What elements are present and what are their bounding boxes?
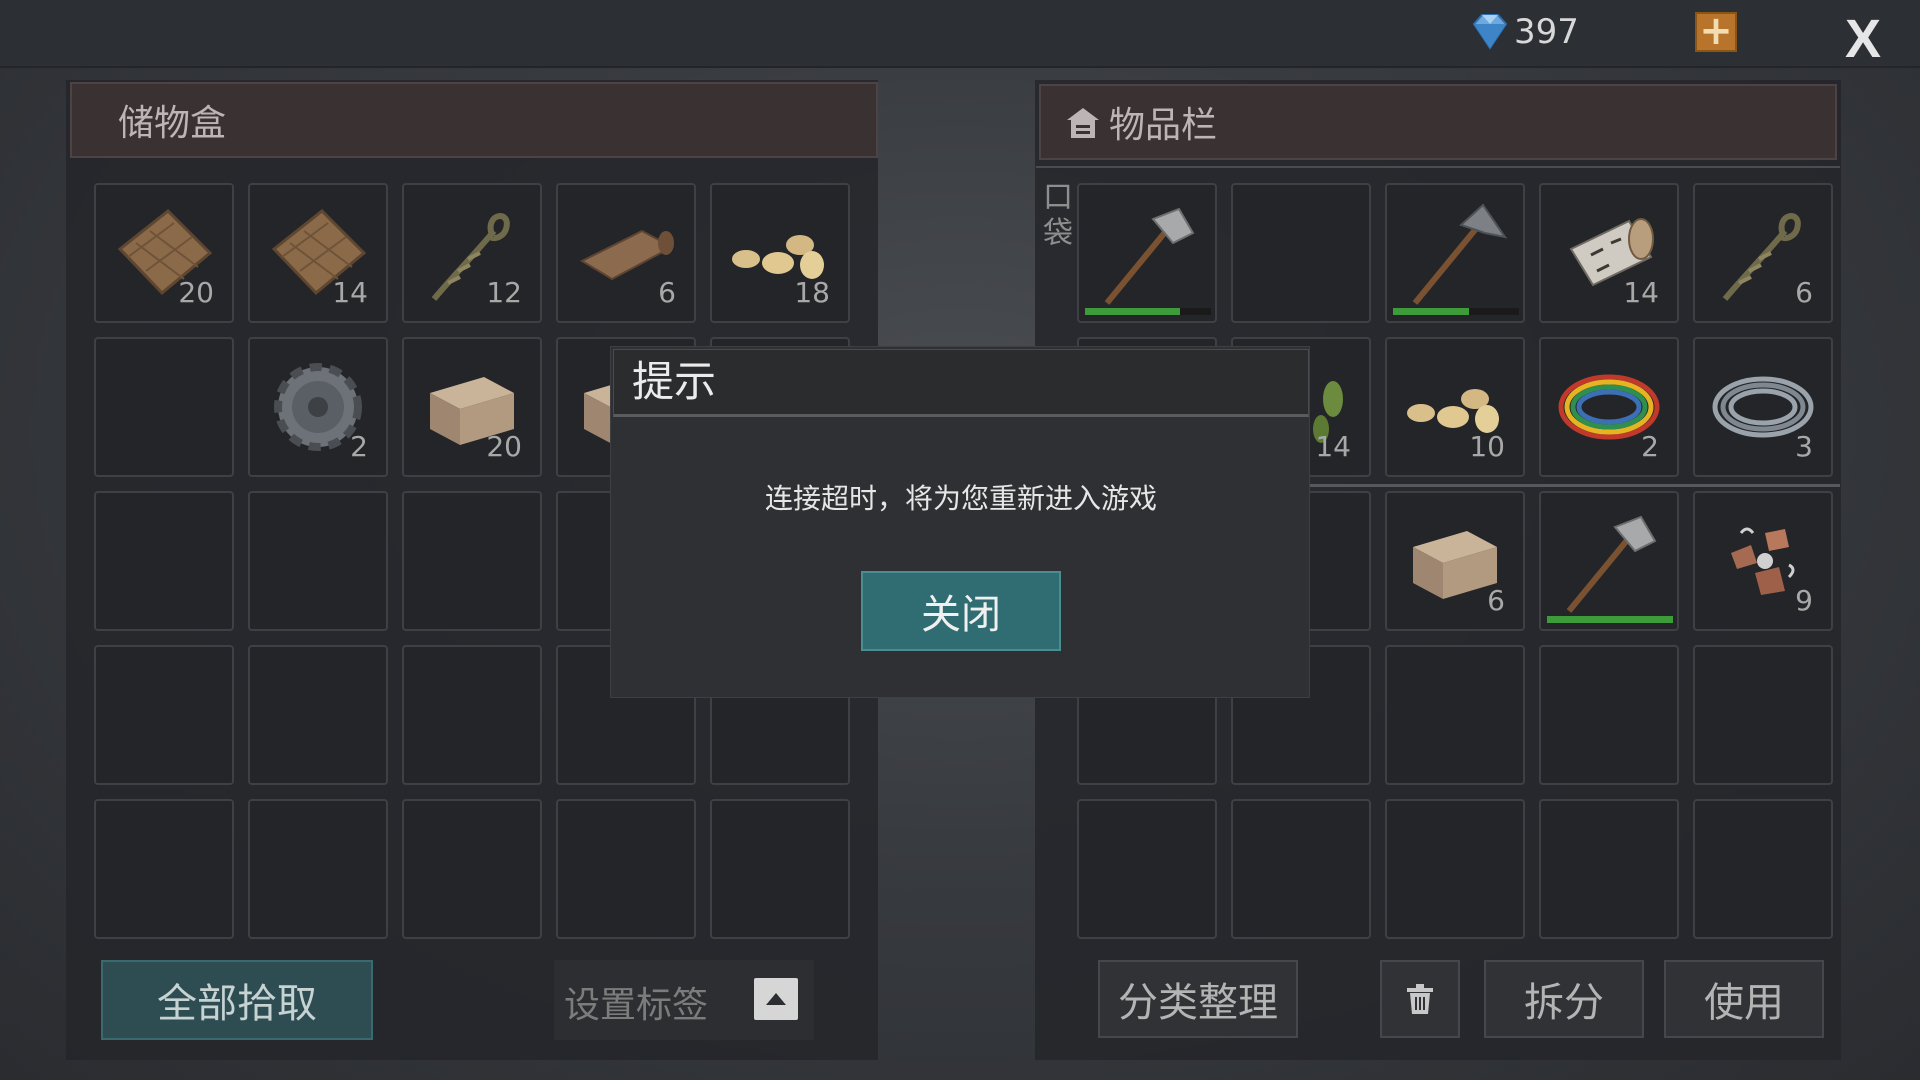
inventory-slot[interactable] xyxy=(1231,799,1371,939)
durability-bar xyxy=(1393,308,1519,315)
gem-count: 397 xyxy=(1514,12,1579,52)
diamond-icon xyxy=(1472,14,1508,50)
storage-slot[interactable] xyxy=(94,799,234,939)
storage-slot[interactable] xyxy=(556,799,696,939)
storage-slot[interactable] xyxy=(94,491,234,631)
inventory-slot[interactable] xyxy=(1385,645,1525,785)
dialog-close-button[interactable]: 关闭 xyxy=(861,571,1061,651)
storage-slot[interactable] xyxy=(248,491,388,631)
inventory-slot[interactable] xyxy=(1539,491,1679,631)
inventory-slot[interactable]: 6 xyxy=(1385,491,1525,631)
pick-all-button[interactable]: 全部拾取 xyxy=(101,960,373,1040)
storage-slot[interactable] xyxy=(710,799,850,939)
storage-slot[interactable]: 6 xyxy=(556,183,696,323)
storage-slot[interactable] xyxy=(402,799,542,939)
inventory-slot[interactable]: 10 xyxy=(1385,337,1525,477)
inventory-slot[interactable] xyxy=(1385,799,1525,939)
backpack-icon xyxy=(1067,108,1099,138)
inventory-slot[interactable]: 2 xyxy=(1539,337,1679,477)
dialog-title: 提示 xyxy=(613,349,1309,417)
item-count: 6 xyxy=(1487,584,1505,617)
inventory-slot[interactable]: 6 xyxy=(1693,183,1833,323)
item-count: 6 xyxy=(1795,276,1813,309)
storage-slot[interactable] xyxy=(402,645,542,785)
item-count: 14 xyxy=(332,276,368,309)
stone-axe-icon xyxy=(1566,515,1657,613)
item-count: 20 xyxy=(486,430,522,463)
set-tag-control[interactable]: 设置标签 xyxy=(554,960,814,1040)
add-gems-button[interactable]: + xyxy=(1695,11,1737,52)
item-count: 6 xyxy=(658,276,676,309)
durability-bar xyxy=(1085,308,1211,315)
trash-icon xyxy=(1407,984,1433,1014)
trash-button[interactable] xyxy=(1380,960,1460,1038)
item-count: 14 xyxy=(1623,276,1659,309)
arrow-up-icon[interactable] xyxy=(754,978,798,1020)
inventory-slot[interactable] xyxy=(1693,645,1833,785)
split-button[interactable]: 拆分 xyxy=(1484,960,1644,1038)
storage-slot[interactable]: 20 xyxy=(94,183,234,323)
storage-header: 储物盒 xyxy=(70,82,878,158)
storage-slot[interactable]: 14 xyxy=(248,183,388,323)
storage-slot[interactable]: 18 xyxy=(710,183,850,323)
storage-slot[interactable] xyxy=(402,491,542,631)
item-count: 12 xyxy=(486,276,522,309)
inventory-slot[interactable] xyxy=(1077,183,1217,323)
item-count: 2 xyxy=(1641,430,1659,463)
inventory-slot[interactable]: 14 xyxy=(1539,183,1679,323)
use-button[interactable]: 使用 xyxy=(1664,960,1824,1038)
storage-slot[interactable] xyxy=(94,337,234,477)
inventory-slot[interactable] xyxy=(1539,645,1679,785)
item-count: 3 xyxy=(1795,430,1813,463)
inventory-header: 物品栏 xyxy=(1039,84,1837,160)
set-tag-label: 设置标签 xyxy=(564,985,709,1026)
inventory-slot[interactable] xyxy=(1385,183,1525,323)
close-button[interactable]: X xyxy=(1845,8,1881,70)
storage-title: 储物盒 xyxy=(118,103,227,144)
storage-slot[interactable] xyxy=(248,799,388,939)
durability-bar xyxy=(1547,616,1673,623)
dialog-message: 连接超时，将为您重新进入游戏 xyxy=(764,482,1157,515)
item-count: 14 xyxy=(1315,430,1351,463)
inventory-slot[interactable] xyxy=(1231,183,1371,323)
item-count: 2 xyxy=(350,430,368,463)
stone-pickaxe-icon xyxy=(1412,203,1508,305)
inventory-title: 物品栏 xyxy=(1109,105,1218,146)
inventory-slot[interactable] xyxy=(1693,799,1833,939)
inventory-slot[interactable] xyxy=(1539,799,1679,939)
inventory-slot[interactable] xyxy=(1077,799,1217,939)
inventory-slot[interactable]: 9 xyxy=(1693,491,1833,631)
sort-button[interactable]: 分类整理 xyxy=(1098,960,1298,1038)
pocket-label: 口袋 xyxy=(1043,180,1073,251)
storage-slot[interactable]: 12 xyxy=(402,183,542,323)
durability-fill xyxy=(1085,308,1180,315)
item-count: 9 xyxy=(1795,584,1813,617)
storage-slot[interactable]: 2 xyxy=(248,337,388,477)
storage-slot[interactable] xyxy=(94,645,234,785)
item-count: 10 xyxy=(1469,430,1505,463)
divider xyxy=(1036,166,1840,168)
item-count: 18 xyxy=(794,276,830,309)
top-bar xyxy=(0,0,1920,68)
storage-slot[interactable]: 20 xyxy=(402,337,542,477)
alert-dialog: 提示 连接超时，将为您重新进入游戏 关闭 xyxy=(610,346,1310,698)
inventory-slot[interactable]: 3 xyxy=(1693,337,1833,477)
stone-axe-icon xyxy=(1104,207,1195,305)
durability-fill xyxy=(1547,616,1673,623)
storage-slot[interactable] xyxy=(248,645,388,785)
item-count: 20 xyxy=(178,276,214,309)
durability-fill xyxy=(1393,308,1469,315)
